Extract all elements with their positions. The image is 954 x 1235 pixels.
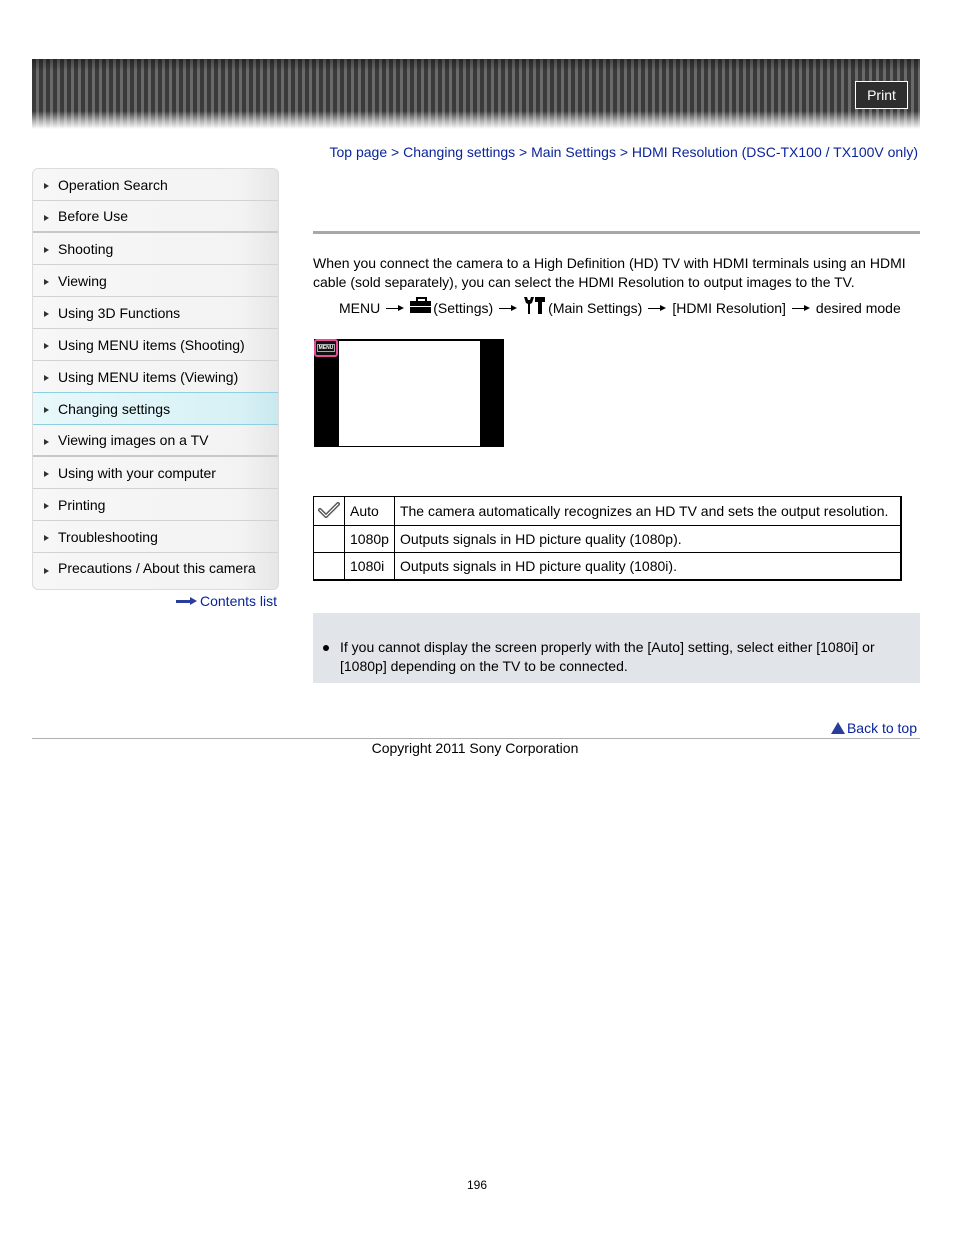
note-box: If you cannot display the screen properl… bbox=[313, 613, 920, 683]
sidebar-item-shooting[interactable]: Shooting bbox=[33, 233, 278, 265]
breadcrumb-separator: > bbox=[391, 144, 400, 160]
sidebar-item-label: Precautions / About this camera bbox=[58, 560, 256, 576]
note-text: If you cannot display the screen properl… bbox=[340, 639, 875, 674]
menu-path-main-settings: (Main Settings) bbox=[548, 300, 643, 316]
sidebar-nav: Operation Search Before Use Shooting Viewin… bbox=[32, 168, 279, 590]
sidebar-item-troubleshooting[interactable]: Troubleshooting bbox=[33, 521, 278, 553]
triangle-right-icon bbox=[44, 214, 49, 221]
toolbox-icon bbox=[410, 297, 432, 313]
copyright: Copyright 2011 Sony Corporation bbox=[371, 740, 579, 756]
sidebar-item-label: Using 3D Functions bbox=[58, 304, 181, 321]
arrow-right-icon bbox=[499, 304, 518, 312]
default-indicator-cell bbox=[313, 552, 345, 581]
menu-path-desired-mode: desired mode bbox=[815, 300, 901, 316]
sidebar-item-using-with-your-computer[interactable]: Using with your computer bbox=[33, 457, 278, 489]
triangle-up-icon bbox=[830, 722, 845, 734]
menu-tag-label: MENU bbox=[316, 344, 336, 352]
menu-path-start: MENU bbox=[339, 300, 381, 316]
triangle-right-icon bbox=[44, 568, 49, 574]
sidebar-item-using-3d-functions[interactable]: Using 3D Functions bbox=[33, 297, 278, 329]
camera-screen-illustration: MENU bbox=[314, 339, 504, 447]
mode-cell: 1080i bbox=[344, 552, 395, 581]
sidebar-item-label: Using MENU items (Shooting) bbox=[58, 336, 245, 353]
triangle-right-icon bbox=[44, 503, 49, 509]
sidebar-item-label: Shooting bbox=[58, 240, 114, 257]
back-to-top-label: Back to top bbox=[846, 720, 917, 736]
arrow-right-icon bbox=[648, 304, 667, 312]
table-row: 1080p Outputs signals in HD picture quali… bbox=[313, 525, 902, 553]
footer-divider bbox=[32, 738, 920, 739]
mode-table: Auto The camera automatically recognizes … bbox=[313, 496, 902, 581]
sidebar-item-label: Using with your computer bbox=[58, 464, 216, 481]
triangle-right-icon bbox=[44, 343, 49, 349]
description-cell: The camera automatically recognizes an H… bbox=[393, 496, 902, 526]
breadcrumb-separator: > bbox=[619, 144, 629, 160]
triangle-right-icon bbox=[44, 471, 49, 477]
arrow-right-icon bbox=[791, 304, 810, 312]
screen-display-area bbox=[339, 341, 480, 446]
menu-path: MENU (Settings) (Main Settings) [HDMI Re… bbox=[339, 297, 901, 316]
sidebar-item-label: Troubleshooting bbox=[58, 528, 158, 545]
page-number: 196 bbox=[466, 1178, 488, 1192]
checkmark-icon bbox=[318, 501, 340, 521]
sidebar-item-using-menu-items-shooting[interactable]: Using MENU items (Shooting) bbox=[33, 329, 278, 361]
breadcrumb: Top page > Changing settings > Main Sett… bbox=[330, 144, 919, 160]
arrow-right-icon bbox=[386, 304, 405, 312]
breadcrumb-current-page[interactable]: HDMI Resolution (DSC-TX100 / TX100V only… bbox=[632, 144, 918, 160]
default-indicator-cell bbox=[313, 496, 345, 526]
sidebar-item-using-menu-items-viewing[interactable]: Using MENU items (Viewing) bbox=[33, 361, 278, 393]
breadcrumb-changing-settings[interactable]: Changing settings bbox=[403, 144, 515, 160]
sidebar-item-changing-settings[interactable]: Changing settings bbox=[33, 392, 278, 425]
menu-path-settings: (Settings) bbox=[433, 300, 494, 316]
contents-list-link[interactable]: Contents list bbox=[176, 593, 277, 609]
arrow-right-icon bbox=[176, 596, 198, 606]
table-row: 1080i Outputs signals in HD picture quali… bbox=[313, 552, 902, 581]
sidebar-item-viewing[interactable]: Viewing bbox=[33, 265, 278, 297]
breadcrumb-separator: > bbox=[519, 144, 528, 160]
mode-cell: Auto bbox=[344, 496, 395, 526]
triangle-right-icon bbox=[44, 535, 49, 541]
print-button[interactable]: Print bbox=[855, 81, 908, 109]
menu-path-hdmi-resolution: [HDMI Resolution] bbox=[672, 300, 786, 316]
sidebar-item-label: Using MENU items (Viewing) bbox=[58, 368, 239, 385]
triangle-right-icon bbox=[44, 375, 49, 381]
sidebar-item-operation-search[interactable]: Operation Search bbox=[33, 169, 278, 201]
sidebar-item-label: Changing settings bbox=[58, 400, 171, 417]
default-indicator-cell bbox=[313, 525, 345, 553]
breadcrumb-top-page[interactable]: Top page bbox=[330, 144, 388, 160]
description-cell: Outputs signals in HD picture quality (1… bbox=[393, 552, 902, 581]
back-to-top-link[interactable]: Back to top bbox=[830, 720, 917, 736]
description-cell: Outputs signals in HD picture quality (1… bbox=[393, 525, 902, 553]
triangle-right-icon bbox=[44, 438, 49, 445]
header-banner: Print bbox=[32, 59, 920, 129]
triangle-right-icon bbox=[44, 311, 49, 317]
intro-text: When you connect the camera to a High De… bbox=[313, 255, 906, 290]
table-row: Auto The camera automatically recognizes … bbox=[313, 496, 902, 526]
bullet-icon bbox=[323, 645, 329, 651]
sidebar-item-precautions-about-this-camera[interactable]: Precautions / About this camera bbox=[33, 553, 278, 589]
sidebar-item-before-use[interactable]: Before Use bbox=[33, 201, 278, 233]
mode-cell: 1080p bbox=[344, 525, 395, 553]
note-item: If you cannot display the screen properl… bbox=[323, 638, 903, 676]
sidebar-item-label: Viewing bbox=[58, 272, 107, 289]
sidebar-item-label: Viewing images on a TV bbox=[58, 432, 209, 448]
title-divider bbox=[313, 231, 920, 234]
wrench-hammer-icon bbox=[523, 296, 546, 314]
contents-list-label: Contents list bbox=[200, 593, 278, 609]
sidebar-item-label: Printing bbox=[58, 496, 106, 513]
menu-button-highlight: MENU bbox=[314, 339, 338, 357]
sidebar-item-label: Before Use bbox=[58, 208, 129, 224]
sidebar-item-printing[interactable]: Printing bbox=[33, 489, 278, 521]
breadcrumb-main-settings[interactable]: Main Settings bbox=[531, 144, 616, 160]
triangle-right-icon bbox=[44, 183, 49, 189]
triangle-right-icon bbox=[44, 279, 49, 285]
sidebar-item-label: Operation Search bbox=[58, 176, 168, 193]
triangle-right-icon bbox=[44, 407, 49, 413]
sidebar-item-viewing-images-on-a-tv[interactable]: Viewing images on a TV bbox=[33, 425, 278, 457]
triangle-right-icon bbox=[44, 247, 49, 253]
